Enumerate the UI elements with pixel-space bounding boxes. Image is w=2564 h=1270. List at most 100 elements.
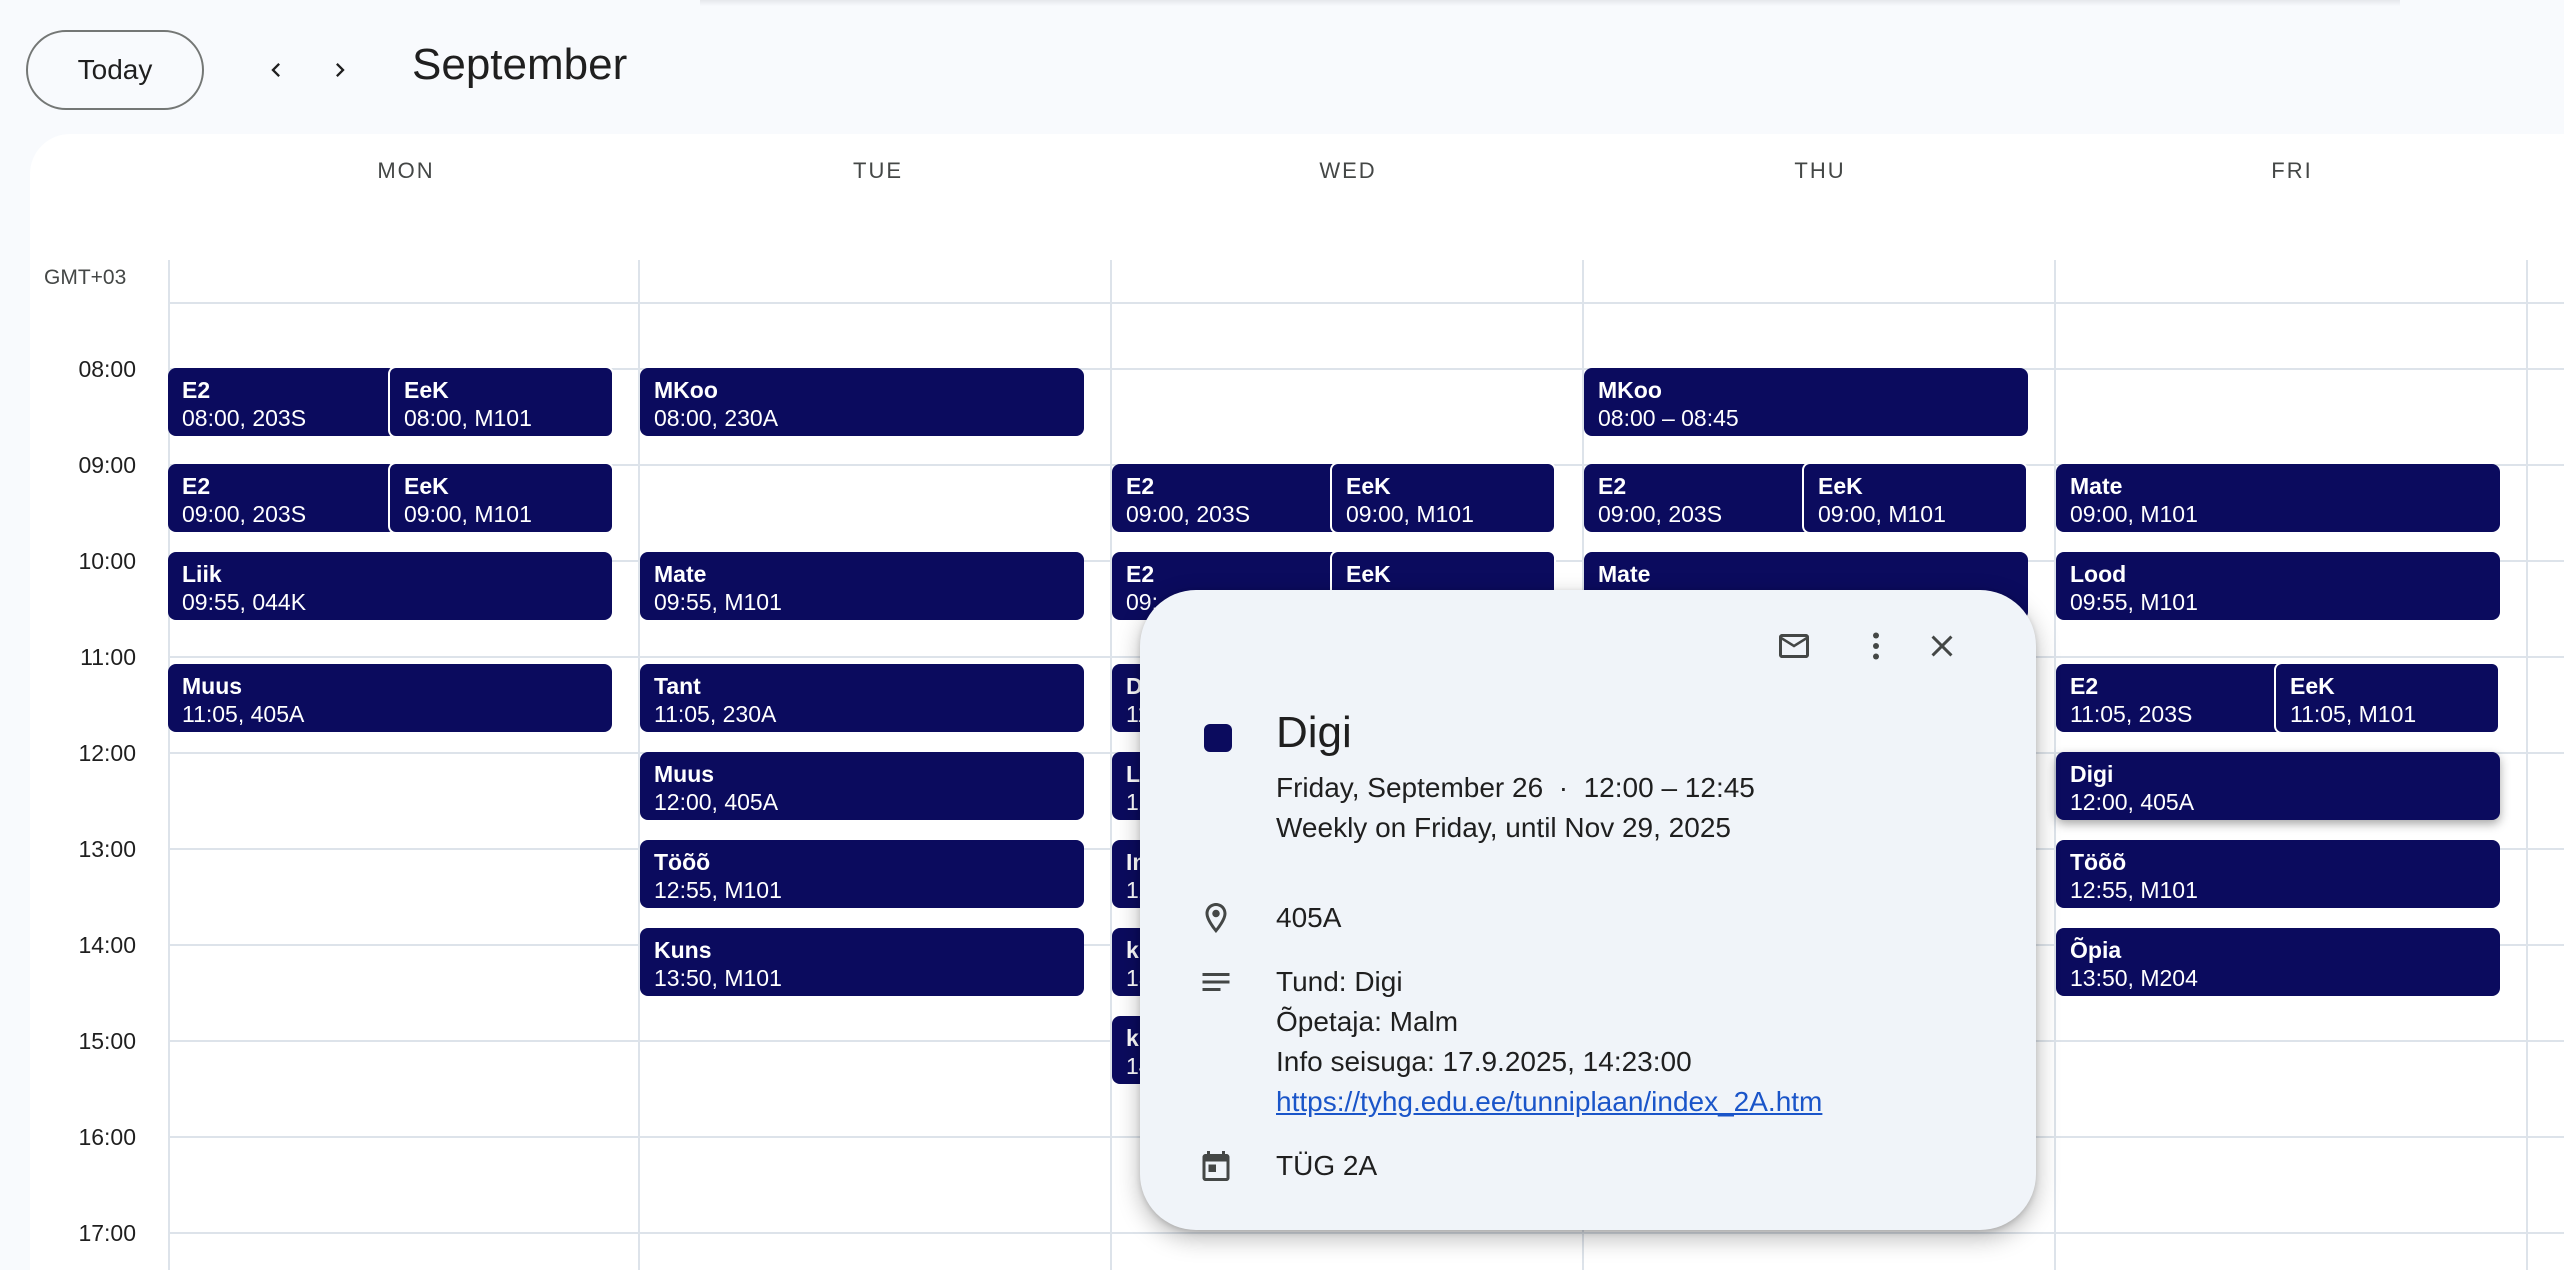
event-description-line: Õpetaja: Malm (1276, 1006, 1459, 1037)
event-block[interactable]: EeK 09:00, M101 (388, 462, 614, 534)
event-block[interactable]: EeK 08:00, M101 (388, 366, 614, 438)
event-block[interactable]: Töõõ 12:55, M101 (640, 840, 1084, 908)
event-title: EeK (1346, 561, 1391, 587)
event-title: E2 (1126, 561, 1155, 587)
more-options-button[interactable] (1848, 618, 1904, 674)
chevron-left-icon (271, 63, 280, 77)
event-title: E2 (182, 473, 211, 499)
event-title: E2 (1126, 473, 1155, 499)
email-guests-button[interactable] (1766, 618, 1822, 674)
event-block[interactable]: Töõõ 12:55, M101 (2056, 840, 2500, 908)
event-detail: 12:55, M101 (654, 877, 782, 903)
day-header-tue[interactable]: TUE (642, 158, 1114, 184)
event-detail: 11:05, 203S (2070, 701, 2193, 727)
event-title: Mate (654, 561, 707, 587)
event-block[interactable]: Kuns 13:50, M101 (640, 928, 1084, 996)
event-title: EeK (2290, 673, 2335, 699)
event-title: EeK (404, 473, 449, 499)
time-label: 11:00 (80, 644, 136, 670)
next-week-button[interactable] (314, 44, 366, 96)
mail-icon (1779, 634, 1809, 658)
event-title: Kuns (654, 937, 712, 963)
event-description-line: Tund: Digi (1276, 966, 1403, 997)
event-block[interactable]: Mate 09:00, M101 (2056, 464, 2500, 532)
event-title: Tant (654, 673, 701, 699)
event-block[interactable]: EeK 09:00, M101 (1330, 462, 1556, 534)
event-block[interactable]: EeK 11:05, M101 (2274, 662, 2500, 734)
event-detail: 12:55, M101 (2070, 877, 2198, 903)
event-block[interactable]: Muus 12:00, 405A (640, 752, 1084, 820)
event-detail: 11:05, 405A (182, 701, 305, 727)
event-block[interactable]: MKoo 08:00 – 08:45 (1584, 368, 2028, 436)
event-detail: 08:00, M101 (404, 405, 532, 431)
previous-week-button[interactable] (250, 44, 302, 96)
time-label: 16:00 (78, 1124, 136, 1150)
timetable-link[interactable]: https://tyhg.edu.ee/tunniplaan/index_2A.… (1276, 1082, 1822, 1122)
event-title-heading: Digi (1276, 708, 1352, 757)
calendar-icon (1202, 1151, 1230, 1181)
event-detail: 08:00 – 08:45 (1598, 405, 1739, 431)
day-divider (2526, 260, 2528, 1270)
timezone-label: GMT+03 (44, 266, 127, 289)
calendar-icon-wrap (1196, 1146, 1236, 1186)
event-title: Töõõ (654, 849, 711, 875)
event-detail: 09:00, M101 (2070, 501, 2198, 527)
event-block[interactable]: E2 09:00, 203S (1112, 464, 1340, 532)
event-title: Mate (1598, 561, 1651, 587)
event-block[interactable]: Muus 11:05, 405A (168, 664, 612, 732)
location-icon-wrap (1196, 898, 1236, 938)
event-title: E2 (1598, 473, 1627, 499)
more-vert-icon (1873, 632, 1879, 660)
event-recurrence: Weekly on Friday, until Nov 29, 2025 (1276, 812, 1731, 843)
event-title: MKoo (654, 377, 718, 403)
chevron-right-icon (336, 63, 345, 77)
event-title: EeK (404, 377, 449, 403)
event-detail: 09:55, M101 (654, 589, 782, 615)
event-detail: 08:00, 230A (654, 405, 779, 431)
event-detail: 13:50, M204 (2070, 965, 2198, 991)
event-detail: 12:00, 405A (2070, 789, 2195, 815)
event-title: E2 (2070, 673, 2099, 699)
event-detail: 12:00, 405A (654, 789, 779, 815)
top-shadow (700, 0, 2400, 6)
event-title: Mate (2070, 473, 2123, 499)
all-day-divider (168, 302, 2564, 304)
event-title: Digi (2070, 761, 2114, 787)
event-block[interactable]: E2 09:00, 203S (1584, 464, 1812, 532)
event-block[interactable]: Mate 09:55, M101 (640, 552, 1084, 620)
time-label: 08:00 (78, 356, 136, 382)
event-block[interactable]: Lood 09:55, M101 (2056, 552, 2500, 620)
event-title: Muus (182, 673, 243, 699)
event-block[interactable]: EeK 09:00, M101 (1802, 462, 2028, 534)
event-block[interactable]: Liik 09:55, 044K (168, 552, 612, 620)
event-block[interactable]: E2 11:05, 203S (2056, 664, 2284, 732)
event-detail: 09:55, M101 (2070, 589, 2198, 615)
top-bar: Today September (0, 0, 2564, 134)
event-title: E2 (182, 377, 211, 403)
close-button[interactable] (1914, 618, 1970, 674)
hour-line (168, 1232, 2564, 1234)
event-block-selected[interactable]: Digi 12:00, 405A (2056, 752, 2500, 820)
event-title: Lood (2070, 561, 2127, 587)
event-detail: 09:00, M101 (1818, 501, 1946, 527)
event-block[interactable]: E2 08:00, 203S (168, 368, 396, 436)
today-button[interactable]: Today (26, 30, 204, 110)
time-label: 10:00 (78, 548, 136, 574)
event-block[interactable]: Tant 11:05, 230A (640, 664, 1084, 732)
day-header-mon[interactable]: MON (170, 158, 642, 184)
day-header-wed[interactable]: WED (1112, 158, 1584, 184)
day-header-thu[interactable]: THU (1584, 158, 2056, 184)
time-label: 09:00 (78, 452, 136, 478)
event-title: EeK (1346, 473, 1391, 499)
event-detail: 09:00, 203S (1598, 501, 1723, 527)
calendar-name: TÜG 2A (1276, 1150, 1378, 1181)
day-header-fri[interactable]: FRI (2056, 158, 2528, 184)
event-description-line: Info seisuga: 17.9.2025, 14:23:00 (1276, 1046, 1692, 1077)
event-block[interactable]: Õpia 13:50, M204 (2056, 928, 2500, 996)
event-block[interactable]: MKoo 08:00, 230A (640, 368, 1084, 436)
event-block[interactable]: E2 09:00, 203S (168, 464, 396, 532)
event-title: EeK (1818, 473, 1863, 499)
event-detail: 09:00, M101 (1346, 501, 1474, 527)
time-label: 17:00 (78, 1220, 136, 1246)
event-location: 405A (1276, 902, 1342, 933)
